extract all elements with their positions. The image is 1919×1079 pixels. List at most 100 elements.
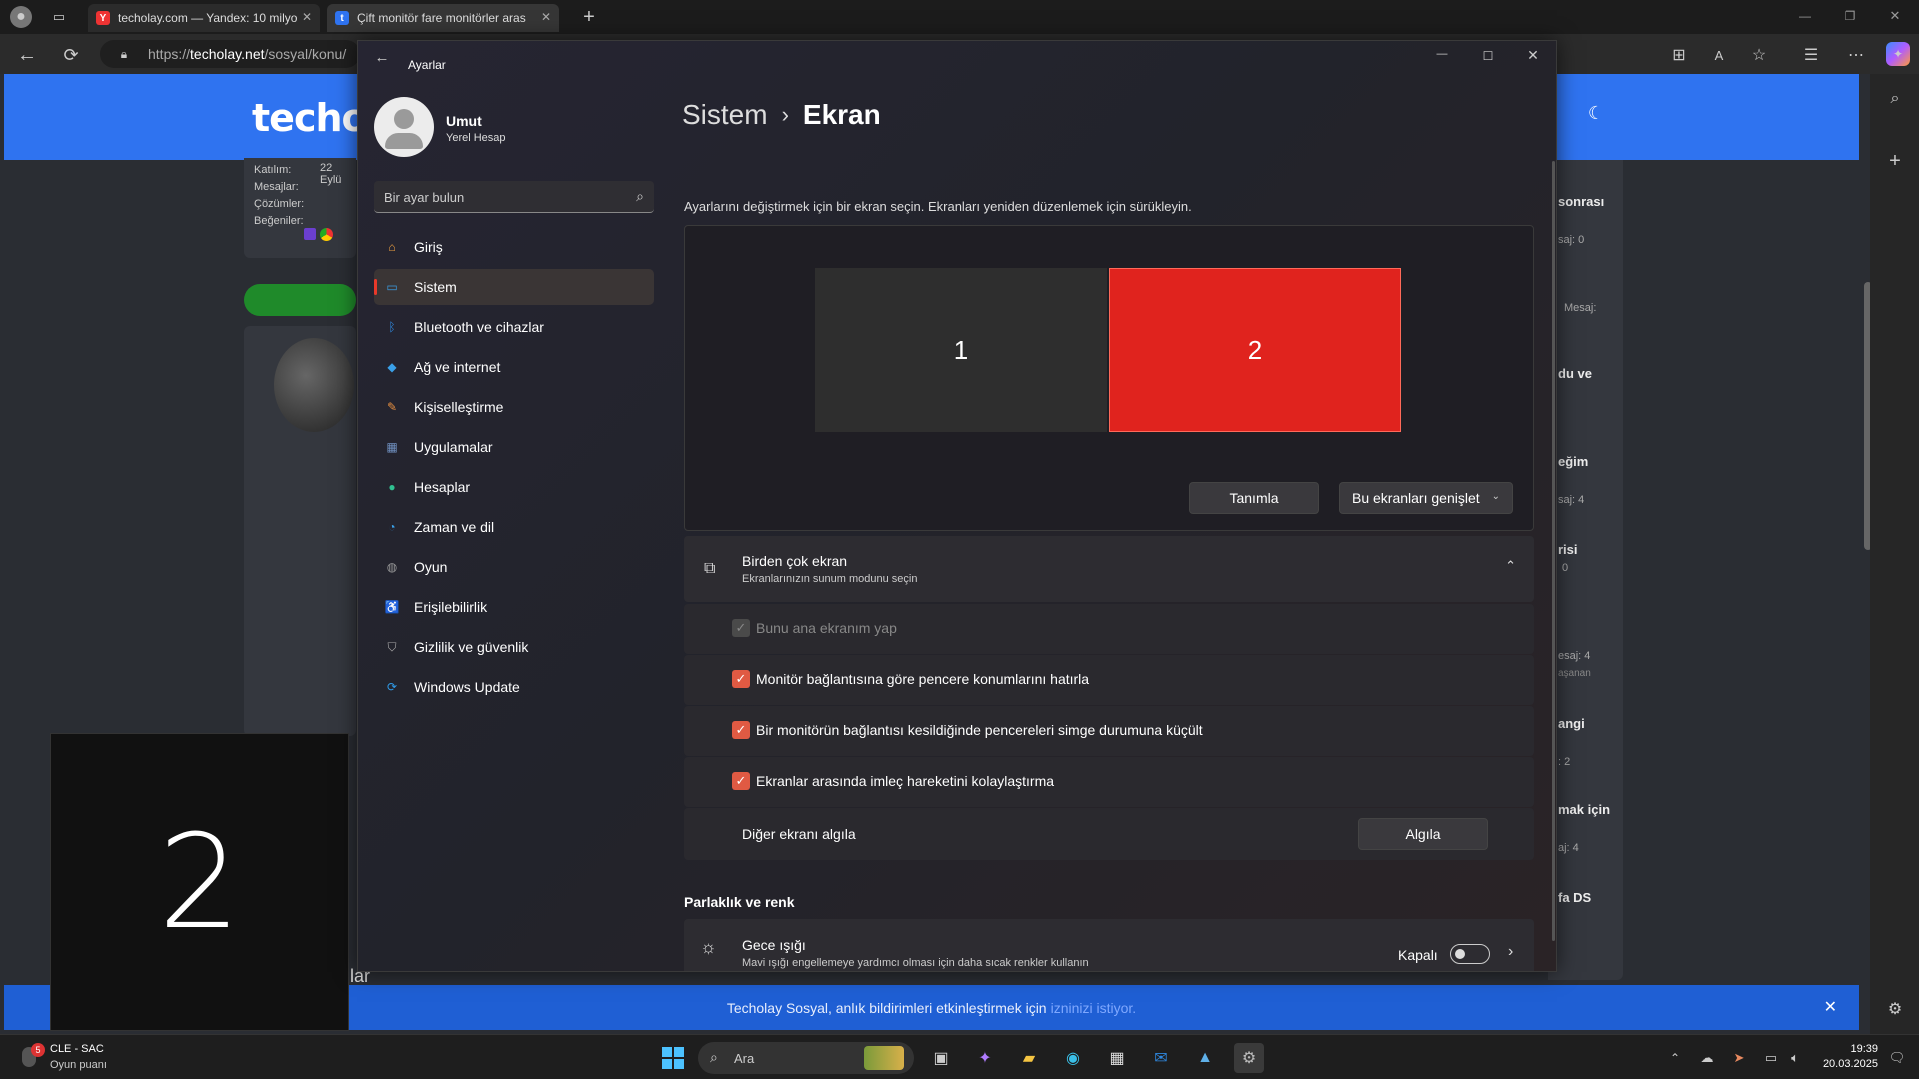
user-avatar[interactable] <box>374 97 434 157</box>
sidebar-item-label: Bluetooth ve cihazlar <box>414 319 544 335</box>
option-label: Bunu ana ekranım yap <box>756 620 897 636</box>
option-row[interactable]: ✓ Bunu ana ekranım yap <box>684 604 1534 654</box>
search-label: Ara <box>734 1051 755 1066</box>
new-tab-icon[interactable]: + <box>578 6 600 28</box>
favorites-list-icon[interactable]: ☰ <box>1800 44 1822 66</box>
sidebar-item-1[interactable]: ⌂ Giriş <box>374 229 654 265</box>
option-row[interactable]: ✓ Bir monitörün bağlantısı kesildiğinde … <box>684 706 1534 756</box>
sidebar-item-9[interactable]: ◍ Oyun <box>374 549 654 585</box>
sidebar-item-8[interactable]: ◔ Zaman ve dil <box>374 509 654 545</box>
identify-button[interactable]: Tanımla <box>1189 482 1319 514</box>
notification-link[interactable]: izninizi istiyor. <box>1051 1000 1137 1016</box>
address-bar[interactable]: 🔒︎ https://techolay.net/sosyal/konu/ <box>100 40 360 68</box>
night-light-toggle[interactable] <box>1450 944 1490 964</box>
file-explorer-icon[interactable]: ▰ <box>1014 1043 1044 1073</box>
night-light-row[interactable]: ☼ Gece ışığı Mavi ışığı engellemeye yard… <box>684 919 1534 971</box>
browser-sidebar: ⌕ + ⚙ <box>1870 74 1919 1034</box>
add-icon[interactable]: + <box>1884 150 1906 172</box>
weather-widget-icon[interactable]: 5 <box>22 1043 45 1069</box>
sidebar-item-3[interactable]: ᛒ Bluetooth ve cihazlar <box>374 309 654 345</box>
close-icon[interactable]: ✕ <box>1523 45 1543 65</box>
widget-subtitle[interactable]: Oyun puanı <box>50 1059 107 1071</box>
account-type: Yerel Hesap <box>446 132 506 144</box>
location-icon[interactable]: ➤ <box>1724 1043 1754 1073</box>
settings-scrollbar[interactable] <box>1552 161 1555 941</box>
multiple-displays-header[interactable]: ⧉ Birden çok ekran Ekranlarınızın sunum … <box>684 536 1534 602</box>
outlook-icon[interactable]: ✉ <box>1146 1043 1176 1073</box>
clock[interactable]: 19:39 20.03.2025 <box>1812 1042 1878 1072</box>
monitor-1[interactable]: 1 <box>815 268 1107 432</box>
checkbox-main-display[interactable]: ✓ <box>732 619 750 637</box>
gamepad-icon: ◍ <box>386 560 398 574</box>
sidebar-item-5[interactable]: ✎ Kişiselleştirme <box>374 389 654 425</box>
task-view-icon[interactable]: ▣ <box>926 1043 956 1073</box>
refresh-icon[interactable]: ⟳ <box>60 44 82 66</box>
option-row[interactable]: ✓ Ekranlar arasında imleç hareketini kol… <box>684 757 1534 807</box>
search-icon[interactable]: ⌕ <box>1884 88 1906 110</box>
favorite-star-icon[interactable]: ☆ <box>1748 44 1770 66</box>
back-icon[interactable]: ← <box>372 47 392 67</box>
sidebar-item-4[interactable]: ◆ Ağ ve internet <box>374 349 654 385</box>
display-mode-select[interactable]: Bu ekranları genişlet ⌄ <box>1339 482 1513 514</box>
edge-browser-icon[interactable]: ◉ <box>1058 1043 1088 1073</box>
sidebar-snippet: aj: 4 <box>1558 842 1579 854</box>
settings-search-input[interactable]: Bir ayar bulun ⌕ <box>374 181 654 213</box>
profile-avatar-icon[interactable]: ● <box>10 6 32 28</box>
close-tab-icon[interactable]: ✕ <box>541 10 551 24</box>
settings-gear-icon[interactable]: ⚙ <box>1884 998 1906 1020</box>
volume-icon[interactable]: 🔈︎ <box>1780 1043 1810 1073</box>
night-light-state: Kapalı <box>1398 947 1438 963</box>
author-avatar[interactable] <box>274 338 354 432</box>
search-icon[interactable]: ⌕ <box>636 188 644 205</box>
copilot-icon[interactable]: ✦ <box>1886 42 1910 66</box>
sidebar-item-6[interactable]: ▦ Uygulamalar <box>374 429 654 465</box>
chevron-up-icon[interactable]: ⌃ <box>1505 558 1516 574</box>
lock-icon[interactable]: 🔒︎ <box>116 46 132 62</box>
sidebar-item-label: Giriş <box>414 239 443 255</box>
checkbox-remember-windows[interactable]: ✓ <box>732 670 750 688</box>
start-windows-icon[interactable] <box>658 1043 688 1073</box>
sidebar-item-11[interactable]: ⛉ Gizlilik ve güvenlik <box>374 629 654 665</box>
notifications-icon[interactable]: 🗨︎ <box>1882 1043 1912 1073</box>
sidebar-item-12[interactable]: ⟳ Windows Update <box>374 669 654 705</box>
back-icon[interactable]: ← <box>16 44 38 66</box>
sidebar-item-7[interactable]: ● Hesaplar <box>374 469 654 505</box>
maximize-icon[interactable]: ☐ <box>1478 46 1498 66</box>
store-icon[interactable]: ▦ <box>1102 1043 1132 1073</box>
checkbox-minimize-windows[interactable]: ✓ <box>732 721 750 739</box>
close-tab-icon[interactable]: ✕ <box>302 10 312 24</box>
url-prefix: https:// <box>148 46 191 62</box>
read-aloud-icon[interactable]: A <box>1708 44 1730 66</box>
close-window-icon[interactable]: ✕ <box>1885 6 1905 26</box>
detect-button[interactable]: Algıla <box>1358 818 1488 850</box>
widget-title[interactable]: CLE - SAC <box>50 1043 104 1055</box>
sidebar-item-10[interactable]: ♿ Erişilebilirlik <box>374 589 654 625</box>
checkbox-ease-cursor[interactable]: ✓ <box>732 772 750 790</box>
close-notification-icon[interactable]: ✕ <box>1824 997 1837 1017</box>
settings-app-icon[interactable]: ⚙ <box>1234 1043 1264 1073</box>
tab-actions-icon[interactable]: ▭ <box>50 8 68 26</box>
onedrive-icon[interactable]: ☁ <box>1692 1043 1722 1073</box>
apps-grid-icon[interactable]: ⊞ <box>1668 44 1690 66</box>
browser-tab-1[interactable]: Y techolay.com — Yandex: 10 milyo ✕ <box>88 4 320 32</box>
dark-mode-moon-icon[interactable]: ☾ <box>1585 102 1607 124</box>
browser-tab-2[interactable]: t Çift monitör fare monitörler aras ✕ <box>327 4 559 32</box>
more-menu-icon[interactable]: ⋯ <box>1845 44 1867 66</box>
minimize-icon[interactable]: — <box>1795 6 1815 26</box>
sidebar-item-2[interactable]: ▭ Sistem <box>374 269 654 305</box>
restore-icon[interactable]: ❐ <box>1840 6 1860 26</box>
sidebar-snippet: esaj: 4 <box>1558 650 1591 662</box>
minimize-icon[interactable]: — <box>1432 44 1452 64</box>
photos-icon[interactable]: ▲ <box>1190 1043 1220 1073</box>
clock-date: 20.03.2025 <box>1822 1058 1878 1070</box>
show-hidden-icons-chevron-icon[interactable]: ⌃ <box>1660 1043 1690 1073</box>
site-logo[interactable]: techo <box>252 96 368 140</box>
breadcrumb-parent[interactable]: Sistem <box>682 99 768 131</box>
chevron-right-icon[interactable]: › <box>1508 943 1513 961</box>
copilot-icon[interactable]: ✦ <box>970 1043 1000 1073</box>
taskbar-search[interactable]: ⌕ Ara <box>698 1042 914 1074</box>
sidebar-snippet: : 2 <box>1558 756 1571 768</box>
detect-label: Diğer ekranı algıla <box>742 826 856 842</box>
option-row[interactable]: ✓ Monitör bağlantısına göre pencere konu… <box>684 655 1534 705</box>
monitor-2[interactable]: 2 <box>1109 268 1401 432</box>
